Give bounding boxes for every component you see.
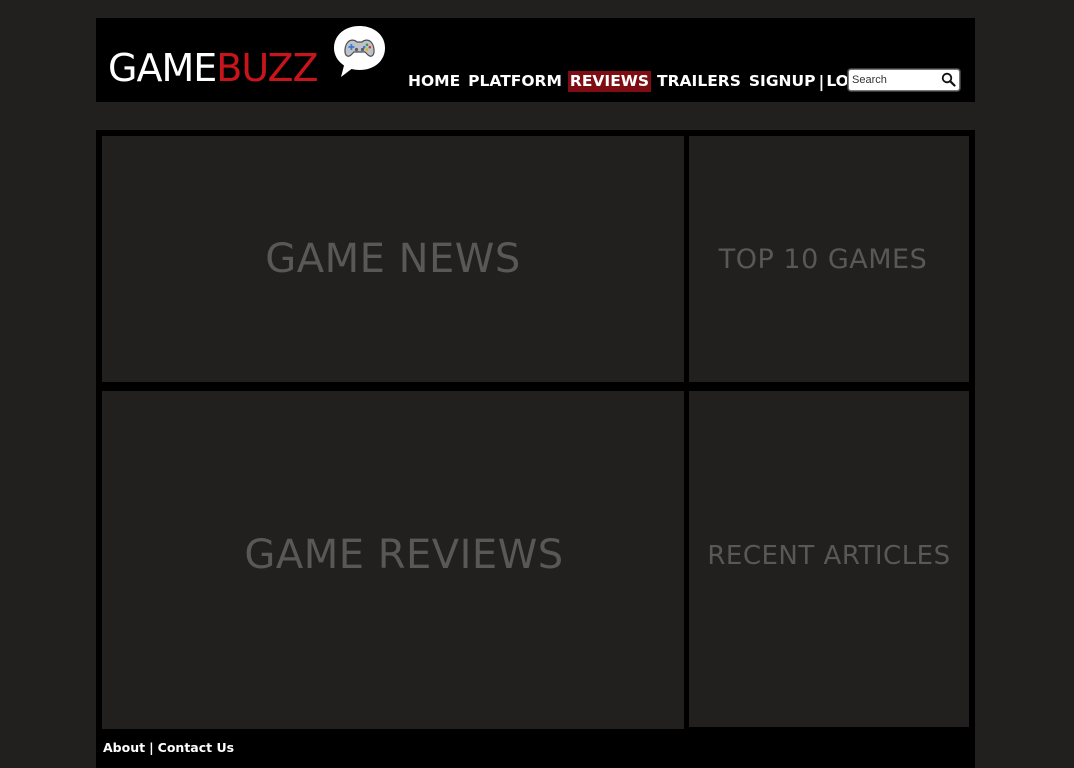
- nav-platform[interactable]: PLATFORM: [466, 71, 564, 92]
- search-box: [848, 69, 960, 91]
- logo-text-buzz: BUZZ: [216, 46, 318, 90]
- top-games-panel[interactable]: TOP 10 GAMES: [689, 136, 969, 382]
- gamepad-speech-bubble-icon: [334, 26, 385, 77]
- logo-text-game: GAME: [108, 46, 217, 90]
- nav-home[interactable]: HOME: [406, 71, 462, 92]
- site-header: GAMEBUZZ HOME PLATFORM REVIEWS TRAILERS …: [96, 18, 975, 102]
- game-reviews-title: GAME REVIEWS: [244, 532, 564, 578]
- game-news-panel[interactable]: GAME NEWS: [102, 136, 684, 382]
- recent-articles-panel[interactable]: RECENT ARTICLES: [689, 391, 969, 727]
- footer-separator: |: [149, 740, 154, 755]
- footer-about-link[interactable]: About: [103, 740, 145, 755]
- nav-reviews[interactable]: REVIEWS: [567, 70, 652, 92]
- footer-contact-link[interactable]: Contact Us: [158, 740, 234, 755]
- search-icon[interactable]: [941, 72, 956, 87]
- nav-trailers[interactable]: TRAILERS: [655, 71, 743, 92]
- game-news-title: GAME NEWS: [265, 236, 521, 282]
- site-footer: About | Contact Us: [103, 740, 234, 755]
- recent-articles-title: RECENT ARTICLES: [707, 541, 951, 571]
- nav-signup[interactable]: SIGNUP: [747, 71, 818, 92]
- main-content: GAME NEWS TOP 10 GAMES GAME REVIEWS RECE…: [96, 130, 975, 768]
- game-reviews-panel[interactable]: GAME REVIEWS: [102, 391, 684, 729]
- main-nav: HOME PLATFORM REVIEWS TRAILERS SIGNUP | …: [406, 70, 886, 92]
- search-input[interactable]: [852, 72, 936, 88]
- top-games-title: TOP 10 GAMES: [718, 243, 928, 275]
- site-logo[interactable]: GAMEBUZZ: [108, 46, 319, 90]
